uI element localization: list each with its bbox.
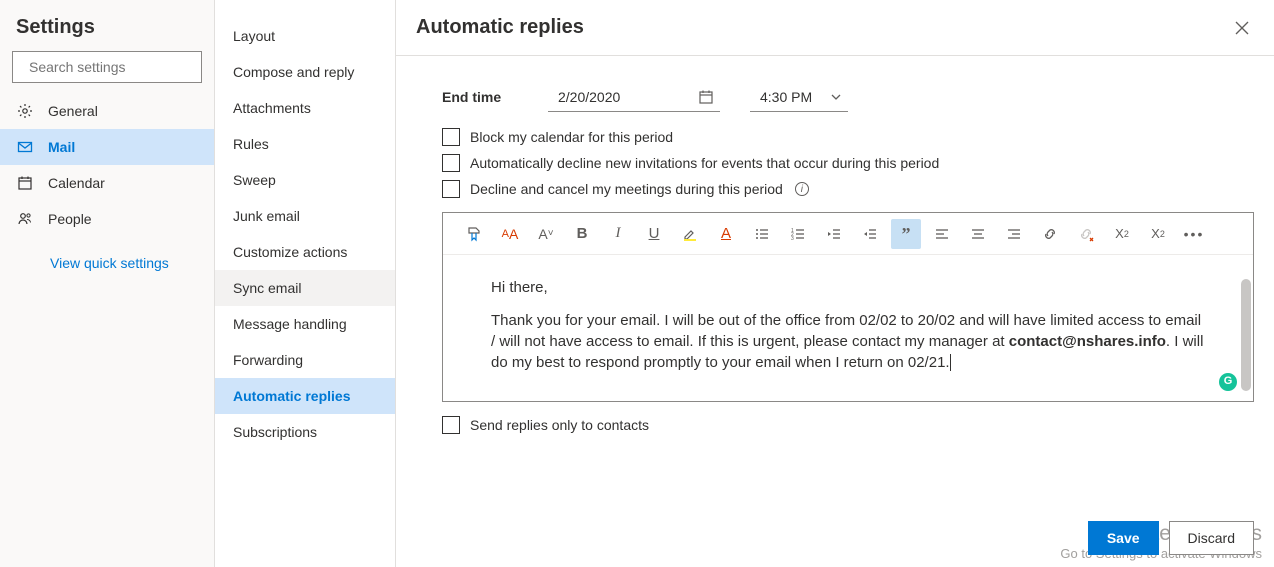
decline-new-checkbox[interactable] (442, 154, 460, 172)
calendar-icon (16, 175, 34, 191)
editor-scrollbar[interactable] (1241, 279, 1251, 391)
nav-subscriptions[interactable]: Subscriptions (215, 414, 395, 450)
save-button-label: Save (1107, 530, 1140, 546)
reply-editor-textarea[interactable]: Hi there, Thank you for your email. I wi… (443, 255, 1253, 401)
end-time-label: End time (442, 89, 518, 105)
nav-junk-email[interactable]: Junk email (215, 198, 395, 234)
category-people[interactable]: People (0, 201, 214, 237)
end-time-value: 4:30 PM (760, 89, 812, 105)
nav-label: Sweep (233, 172, 276, 188)
calendar-picker-icon (698, 89, 714, 105)
page-title: Automatic replies (416, 16, 584, 39)
align-left-button[interactable] (927, 219, 957, 249)
category-people-label: People (48, 211, 92, 227)
font-size-up-button[interactable]: AA (495, 219, 525, 249)
underline-button[interactable]: U (639, 219, 669, 249)
editor-paragraph: Thank you for your email. I will be out … (491, 310, 1205, 373)
nav-automatic-replies[interactable]: Automatic replies (215, 378, 395, 414)
save-button[interactable]: Save (1088, 521, 1159, 555)
decline-cancel-checkbox[interactable] (442, 180, 460, 198)
nav-message-handling[interactable]: Message handling (215, 306, 395, 342)
search-settings-input[interactable] (29, 59, 210, 75)
italic-button[interactable]: I (603, 219, 633, 249)
nav-label: Customize actions (233, 244, 347, 260)
nav-sync-email[interactable]: Sync email (215, 270, 395, 306)
category-general-label: General (48, 103, 98, 119)
nav-label: Attachments (233, 100, 311, 116)
nav-label: Compose and reply (233, 64, 354, 80)
mail-settings-list: Layout Compose and reply Attachments Rul… (215, 0, 396, 567)
category-mail-label: Mail (48, 139, 75, 155)
editor-greeting: Hi there, (491, 277, 1205, 298)
link-button[interactable] (1035, 219, 1065, 249)
close-icon (1235, 21, 1249, 35)
decline-cancel-label: Decline and cancel my meetings during th… (470, 181, 783, 197)
discard-button[interactable]: Discard (1169, 521, 1254, 555)
mail-icon (16, 139, 34, 155)
font-size-down-button[interactable]: A˅ (531, 219, 561, 249)
align-right-button[interactable] (999, 219, 1029, 249)
format-painter-button[interactable] (459, 219, 489, 249)
view-quick-settings-link[interactable]: View quick settings (0, 237, 214, 271)
nav-layout[interactable]: Layout (215, 18, 395, 54)
reply-editor: AA A˅ B I U A 123 ” X (442, 212, 1254, 402)
category-calendar[interactable]: Calendar (0, 165, 214, 201)
nav-label: Automatic replies (233, 388, 350, 404)
bullet-list-button[interactable] (747, 219, 777, 249)
nav-label: Layout (233, 28, 275, 44)
send-only-contacts-checkbox[interactable] (442, 416, 460, 434)
search-settings-box[interactable] (12, 51, 202, 83)
number-list-button[interactable]: 123 (783, 219, 813, 249)
category-mail[interactable]: Mail (0, 129, 214, 165)
grammarly-icon[interactable] (1219, 373, 1237, 391)
bold-button[interactable]: B (567, 219, 597, 249)
settings-sidebar: Settings General Mail (0, 0, 215, 567)
nav-customize-actions[interactable]: Customize actions (215, 234, 395, 270)
nav-forwarding[interactable]: Forwarding (215, 342, 395, 378)
superscript-button[interactable]: X2 (1107, 219, 1137, 249)
settings-title: Settings (0, 12, 214, 51)
category-general[interactable]: General (0, 93, 214, 129)
svg-text:3: 3 (791, 236, 794, 242)
decline-new-label: Automatically decline new invitations fo… (470, 155, 939, 171)
nav-rules[interactable]: Rules (215, 126, 395, 162)
outdent-button[interactable] (819, 219, 849, 249)
info-icon[interactable]: i (795, 182, 809, 196)
nav-label: Junk email (233, 208, 300, 224)
block-calendar-checkbox[interactable] (442, 128, 460, 146)
nav-attachments[interactable]: Attachments (215, 90, 395, 126)
subscript-button[interactable]: X2 (1143, 219, 1173, 249)
end-time-input[interactable]: 4:30 PM (750, 82, 848, 112)
nav-sweep[interactable]: Sweep (215, 162, 395, 198)
nav-label: Forwarding (233, 352, 303, 368)
highlight-button[interactable] (675, 219, 705, 249)
end-date-value: 2/20/2020 (558, 89, 620, 105)
close-button[interactable] (1230, 16, 1254, 40)
people-icon (16, 211, 34, 227)
editor-email: contact@nshares.info (1009, 333, 1166, 350)
nav-label: Sync email (233, 280, 301, 296)
indent-button[interactable] (855, 219, 885, 249)
align-center-button[interactable] (963, 219, 993, 249)
font-color-button[interactable]: A (711, 219, 741, 249)
end-date-input[interactable]: 2/20/2020 (548, 82, 720, 112)
block-calendar-label: Block my calendar for this period (470, 129, 673, 145)
chevron-down-icon (830, 91, 842, 103)
gear-icon (16, 103, 34, 119)
main-panel: Automatic replies End time 2/20/2020 4:3… (396, 0, 1274, 567)
editor-toolbar: AA A˅ B I U A 123 ” X (443, 213, 1253, 255)
nav-compose-reply[interactable]: Compose and reply (215, 54, 395, 90)
nav-label: Message handling (233, 316, 347, 332)
unlink-button[interactable] (1071, 219, 1101, 249)
discard-button-label: Discard (1188, 530, 1235, 546)
quote-button[interactable]: ” (891, 219, 921, 249)
send-only-contacts-label: Send replies only to contacts (470, 417, 649, 433)
more-options-button[interactable]: ••• (1179, 219, 1209, 249)
category-calendar-label: Calendar (48, 175, 105, 191)
nav-label: Rules (233, 136, 269, 152)
nav-label: Subscriptions (233, 424, 317, 440)
